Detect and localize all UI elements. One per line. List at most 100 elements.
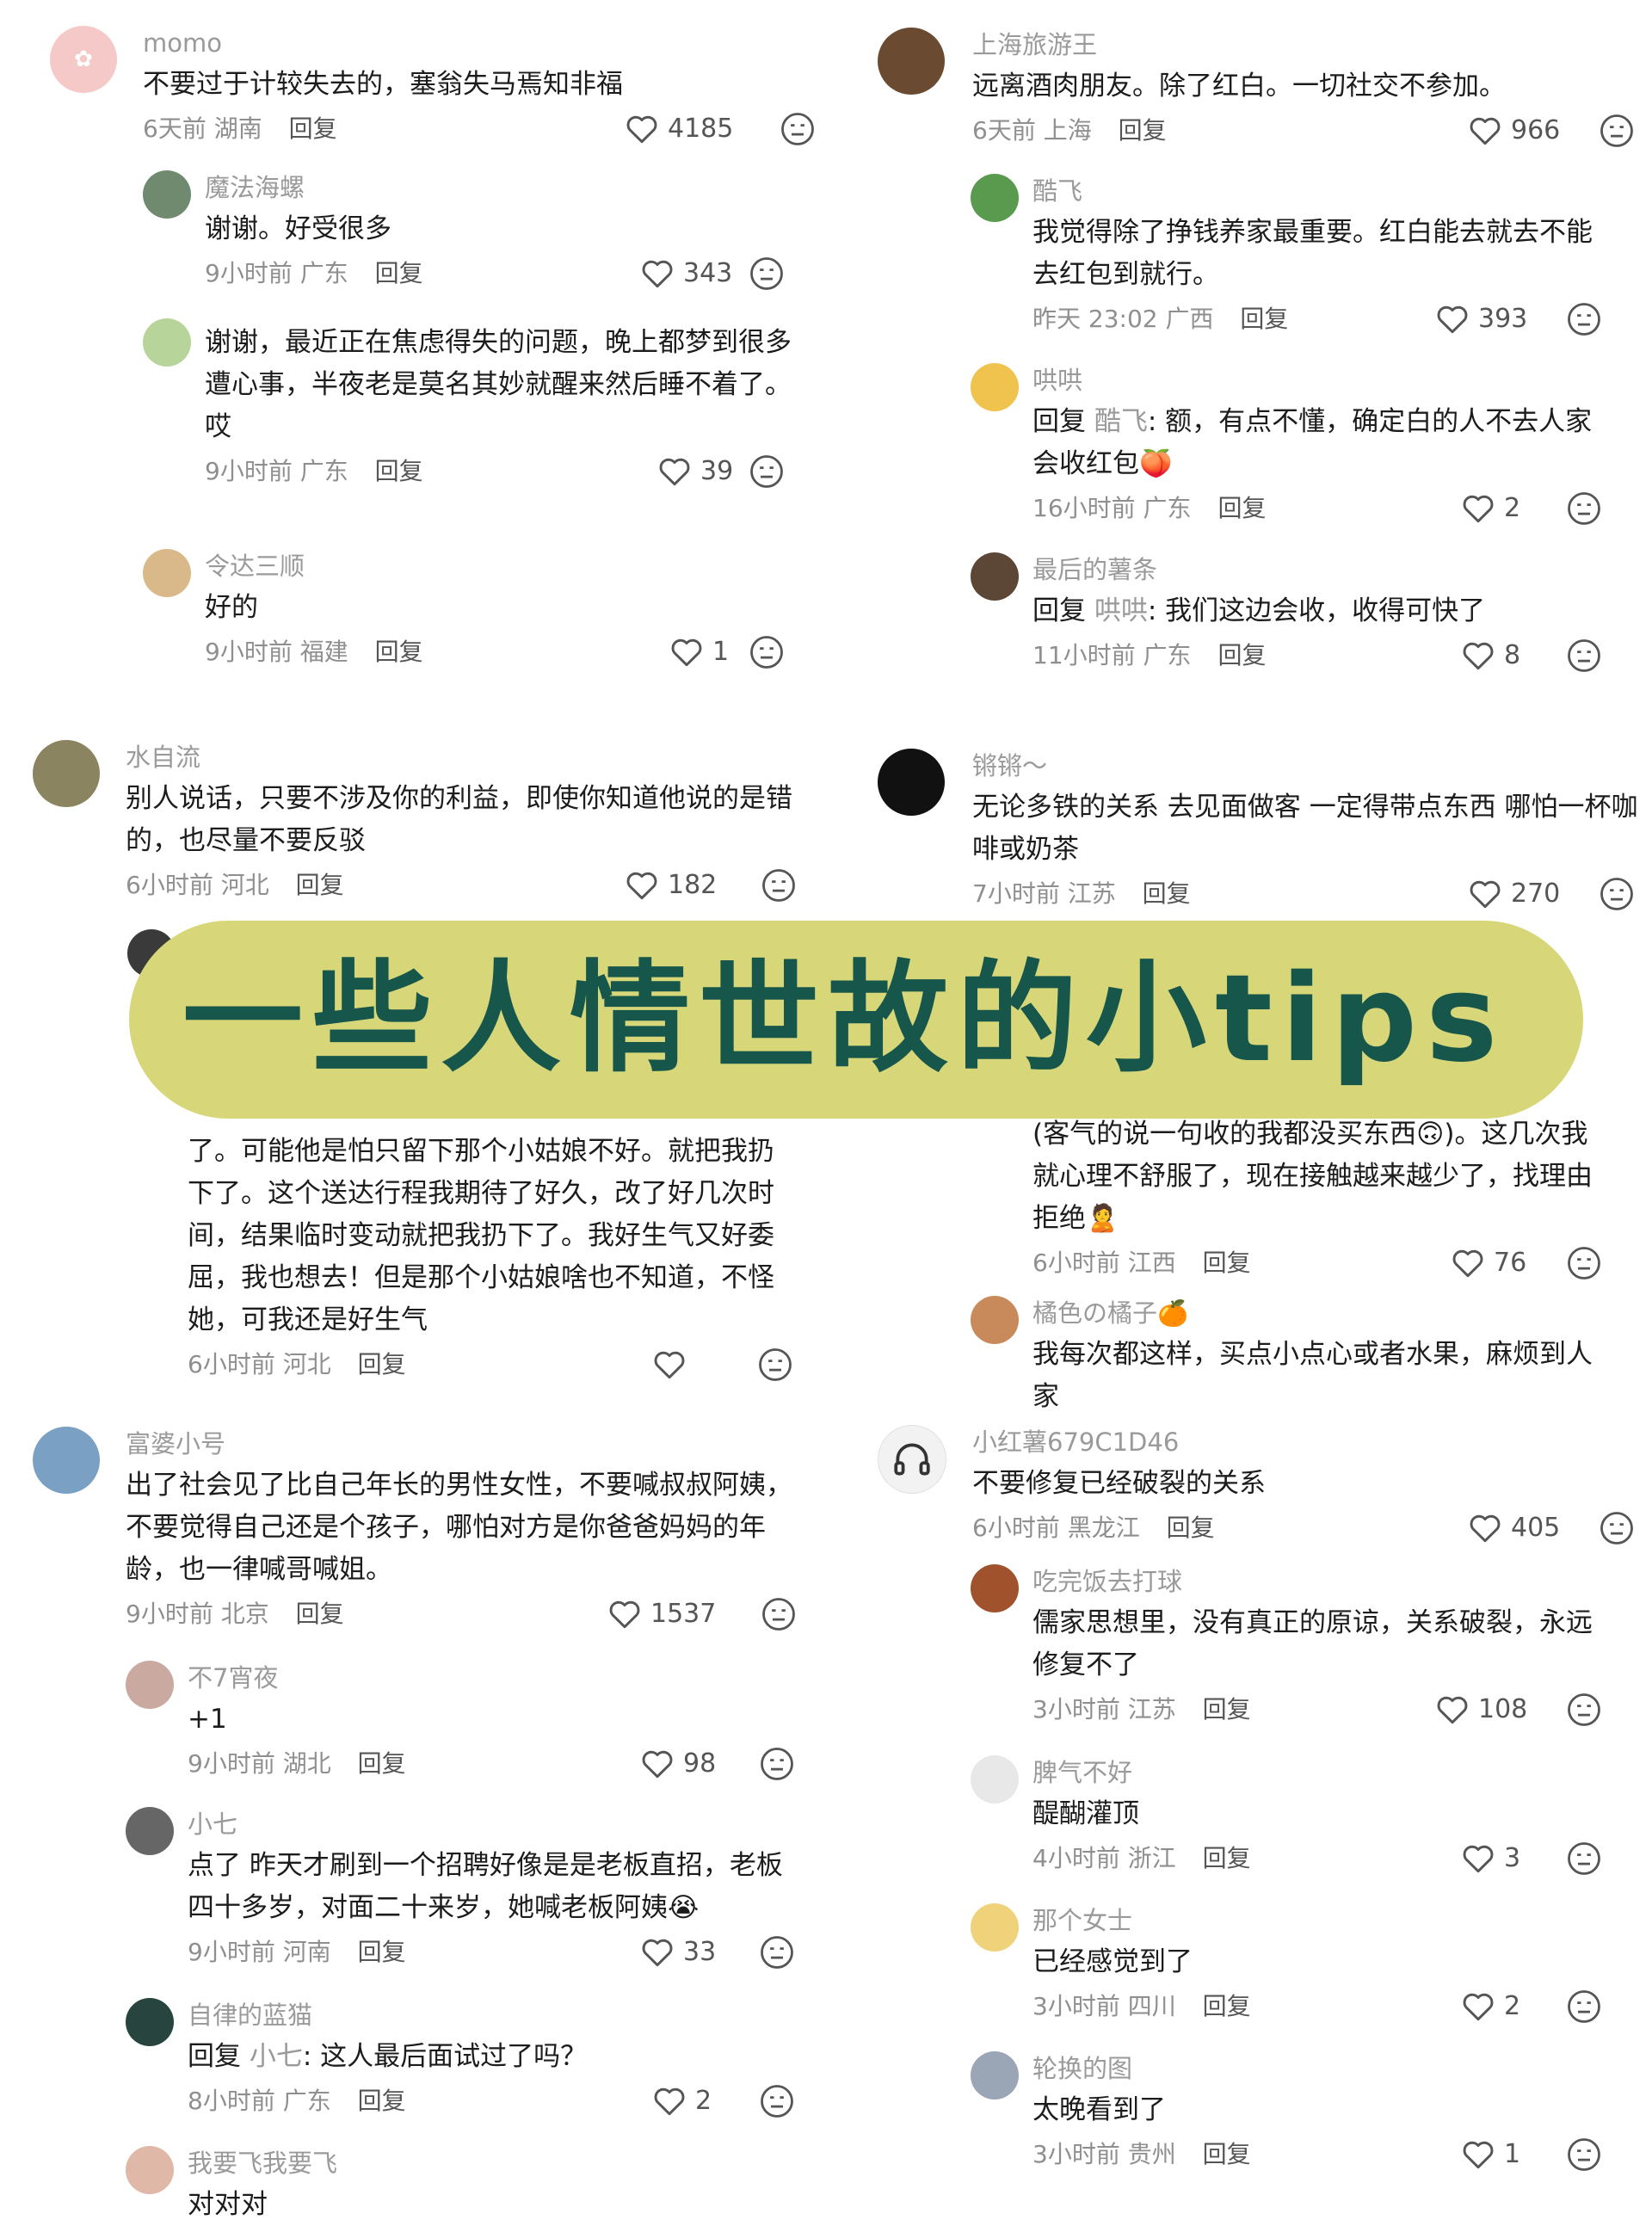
like-button[interactable]: 3	[1461, 1841, 1520, 1877]
username[interactable]: 哄哄	[1032, 363, 1618, 398]
dislike-button[interactable]	[759, 2083, 795, 2119]
dislike-button[interactable]	[757, 1347, 793, 1383]
reply-button[interactable]: 回复	[1217, 641, 1266, 669]
avatar[interactable]	[143, 318, 191, 367]
avatar[interactable]	[33, 1427, 100, 1494]
username[interactable]: 令达三顺	[205, 549, 807, 583]
dislike-button[interactable]	[1599, 113, 1635, 149]
reply-button[interactable]: 回复	[1143, 879, 1191, 908]
dislike-button[interactable]	[1566, 2137, 1602, 2173]
dislike-button[interactable]	[749, 634, 785, 670]
mention-user[interactable]: 酷飞	[1094, 406, 1148, 437]
like-button[interactable]: 76	[1451, 1245, 1526, 1281]
username[interactable]: 最后的薯条	[1032, 552, 1618, 587]
avatar[interactable]	[971, 1903, 1019, 1952]
dislike-button[interactable]	[1566, 1245, 1602, 1281]
dislike-button[interactable]	[1566, 490, 1602, 527]
avatar[interactable]: ✿	[50, 26, 117, 93]
avatar[interactable]	[971, 1755, 1019, 1804]
reply-button[interactable]: 回复	[358, 1749, 406, 1778]
username[interactable]: 酷飞	[1032, 174, 1609, 208]
avatar[interactable]	[971, 1296, 1019, 1344]
avatar[interactable]	[971, 174, 1019, 222]
like-button[interactable]: 1	[1461, 2137, 1520, 2173]
like-button[interactable]: 270	[1468, 876, 1560, 912]
reply-button[interactable]: 回复	[1203, 1844, 1251, 1872]
dislike-button[interactable]	[1599, 876, 1635, 912]
dislike-button[interactable]	[1599, 1510, 1635, 1546]
like-button[interactable]: 182	[625, 867, 717, 903]
avatar[interactable]	[878, 28, 945, 95]
reply-button[interactable]: 回复	[1217, 494, 1266, 522]
reply-button[interactable]: 回复	[296, 1600, 344, 1628]
dislike-button[interactable]	[780, 111, 816, 147]
dislike-button[interactable]	[1566, 301, 1602, 337]
like-button[interactable]: 2	[1461, 490, 1520, 527]
avatar[interactable]	[126, 1661, 174, 1709]
reply-button[interactable]: 回复	[358, 1938, 406, 1966]
username[interactable]: 吃完饭去打球	[1032, 1564, 1618, 1599]
avatar[interactable]	[971, 552, 1019, 601]
username[interactable]: 不7宵夜	[188, 1661, 798, 1695]
username[interactable]: 小红薯679C1D46	[972, 1425, 1643, 1459]
like-button[interactable]: 1537	[607, 1596, 716, 1632]
reply-button[interactable]: 回复	[375, 457, 423, 485]
reply-button[interactable]: 回复	[1203, 2140, 1251, 2168]
avatar[interactable]	[126, 2146, 174, 2194]
avatar[interactable]	[143, 549, 191, 597]
like-button[interactable]: 966	[1468, 113, 1560, 149]
reply-button[interactable]: 回复	[358, 2087, 406, 2115]
avatar[interactable]	[143, 170, 191, 219]
like-button[interactable]: 2	[652, 2083, 712, 2119]
avatar[interactable]	[126, 1807, 174, 1855]
username[interactable]: 魔法海螺	[205, 170, 807, 205]
avatar[interactable]	[33, 740, 100, 807]
avatar[interactable]	[126, 1998, 174, 2046]
like-button[interactable]: 1	[669, 634, 729, 670]
like-button[interactable]: 108	[1435, 1692, 1527, 1728]
username[interactable]: momo	[143, 26, 814, 60]
avatar[interactable]	[878, 1425, 946, 1494]
username[interactable]: 富婆小号	[126, 1427, 805, 1461]
dislike-button[interactable]	[1566, 1989, 1602, 2025]
mention-user[interactable]: 哄哄	[1094, 595, 1148, 626]
reply-button[interactable]: 回复	[1119, 116, 1167, 145]
username[interactable]: 锵锵～	[972, 749, 1643, 783]
dislike-button[interactable]	[759, 1746, 795, 1782]
username[interactable]: 上海旅游王	[972, 28, 1626, 62]
like-button[interactable]: 4185	[625, 111, 733, 147]
reply-button[interactable]: 回复	[1240, 305, 1288, 333]
reply-button[interactable]: 回复	[1167, 1514, 1215, 1542]
avatar[interactable]	[971, 1564, 1019, 1612]
username[interactable]: 脾气不好	[1032, 1755, 1618, 1790]
like-button[interactable]	[652, 1347, 695, 1383]
username[interactable]: 水自流	[126, 740, 805, 774]
dislike-button[interactable]	[749, 453, 785, 490]
like-button[interactable]: 39	[657, 453, 733, 490]
reply-button[interactable]: 回复	[1203, 1695, 1251, 1723]
reply-button[interactable]: 回复	[375, 259, 423, 287]
dislike-button[interactable]	[759, 1934, 795, 1970]
dislike-button[interactable]	[1566, 1692, 1602, 1728]
reply-button[interactable]: 回复	[296, 871, 344, 899]
username[interactable]: 小七	[188, 1807, 798, 1841]
dislike-button[interactable]	[761, 867, 797, 903]
like-button[interactable]: 8	[1461, 638, 1520, 674]
like-button[interactable]: 2	[1461, 1989, 1520, 2025]
dislike-button[interactable]	[1566, 1841, 1602, 1877]
like-button[interactable]: 343	[640, 256, 732, 292]
like-button[interactable]: 33	[640, 1934, 716, 1970]
dislike-button[interactable]	[749, 256, 785, 292]
like-button[interactable]: 393	[1435, 301, 1527, 337]
username[interactable]: 轮换的图	[1032, 2051, 1618, 2086]
reply-button[interactable]: 回复	[375, 638, 423, 666]
username[interactable]: 自律的蓝猫	[188, 1998, 798, 2032]
like-button[interactable]: 405	[1468, 1510, 1560, 1546]
username[interactable]: 那个女士	[1032, 1903, 1618, 1938]
reply-button[interactable]: 回复	[289, 114, 337, 143]
avatar[interactable]	[971, 2051, 1019, 2100]
avatar[interactable]	[878, 749, 945, 816]
username[interactable]: 橘色の橘子🍊	[1032, 1296, 1618, 1330]
reply-button[interactable]: 回复	[358, 1350, 406, 1378]
mention-user[interactable]: 小七	[250, 2041, 303, 2072]
